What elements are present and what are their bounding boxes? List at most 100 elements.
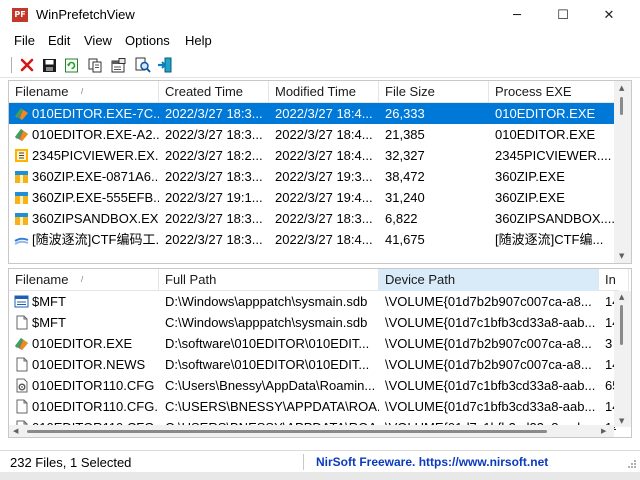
table-row[interactable]: $MFT D:\Windows\apppatch\sysmain.sdb \VOLU… xyxy=(9,291,616,312)
cell-modified: 2022/3/27 18:4... xyxy=(275,106,373,121)
cell-filename: [随波逐流]CTF编码工... xyxy=(32,232,159,247)
referenced-files-horizontal-scrollbar[interactable]: ◀ ▶ xyxy=(9,425,614,437)
sort-indicator-icon: / xyxy=(81,275,84,284)
table-row[interactable]: 360ZIPSANDBOX.EX... 2022/3/27 18:3... 2022… xyxy=(9,208,614,229)
vertical-scroll-thumb[interactable] xyxy=(620,97,623,115)
status-file-count: 232 Files, 1 Selected xyxy=(10,455,132,470)
table-row[interactable]: $MFT C:\Windows\apppatch\sysmain.sdb \VOLU… xyxy=(9,312,616,333)
properties-icon xyxy=(111,57,125,72)
column-header-modified-time[interactable]: Modified Time xyxy=(269,81,379,103)
window-title: WinPrefetchView xyxy=(36,7,135,22)
cell-filename: 010EDITOR.NEWS xyxy=(32,357,146,372)
cell-filename: 360ZIPSANDBOX.EX... xyxy=(32,211,159,226)
table-row[interactable]: 010EDITOR110.CFG... C:\USERS\BNESSY\APPDA… xyxy=(9,396,616,417)
referenced-files-header: Filename / Full Path Device Path In xyxy=(9,269,629,291)
minimize-button[interactable]: ─ xyxy=(494,0,540,30)
resize-grip-icon[interactable] xyxy=(627,459,637,469)
scroll-left-arrow-icon[interactable]: ◀ xyxy=(13,427,18,435)
referenced-files-list[interactable]: Filename / Full Path Device Path In $MFT… xyxy=(8,268,632,438)
cell-size: 32,327 xyxy=(385,148,425,163)
scroll-right-arrow-icon[interactable]: ▶ xyxy=(601,427,606,435)
cell-modified: 2022/3/27 18:4... xyxy=(275,127,373,142)
maximize-button[interactable]: ☐ xyxy=(540,0,586,30)
table-row[interactable]: 010EDITOR.NEWS D:\software\010EDITOR\010E… xyxy=(9,354,616,375)
nirsoft-link[interactable]: NirSoft Freeware. https://www.nirsoft.ne… xyxy=(316,455,548,469)
prefetch-list-vertical-scrollbar[interactable]: ▲ ▼ xyxy=(614,81,631,263)
cell-full-path: C:\Windows\apppatch\sysmain.sdb xyxy=(165,315,368,330)
cell-created: 2022/3/27 19:1... xyxy=(165,190,263,205)
cell-process: 360ZIPSANDBOX.... xyxy=(495,211,614,226)
scroll-up-arrow-icon[interactable]: ▲ xyxy=(619,84,624,92)
delete-icon xyxy=(20,58,34,72)
table-row[interactable]: 010EDITOR110.CFG C:\Users\Bnessy\AppData\… xyxy=(9,375,616,396)
column-header-full-path[interactable]: Full Path xyxy=(159,269,379,291)
refresh-button[interactable] xyxy=(62,56,80,74)
scroll-up-arrow-icon[interactable]: ▲ xyxy=(619,293,624,301)
table-row[interactable]: 360ZIP.EXE-555EFB... 2022/3/27 19:1... 202… xyxy=(9,187,614,208)
table-row[interactable]: 2345PICVIEWER.EX... 2022/3/27 18:2... 2022… xyxy=(9,145,614,166)
horizontal-scroll-thumb[interactable] xyxy=(27,430,547,433)
column-header-index[interactable]: In xyxy=(599,269,629,291)
cell-device-path: \VOLUME{01d7c1bfb3cd33a8-aab... xyxy=(385,378,596,393)
delete-button[interactable] xyxy=(18,56,36,74)
cell-created: 2022/3/27 18:3... xyxy=(165,169,263,184)
column-header-created-time[interactable]: Created Time xyxy=(159,81,269,103)
cell-full-path: C:\USERS\BNESSY\APPDATA\ROA... xyxy=(165,399,379,414)
table-row[interactable]: 360ZIP.EXE-0871A6... 2022/3/27 18:3... 202… xyxy=(9,166,614,187)
table-row[interactable]: [随波逐流]CTF编码工... 2022/3/27 18:3... 2022/3/2… xyxy=(9,229,614,250)
cell-filename: 010EDITOR.EXE-7C... xyxy=(32,106,159,121)
cell-size: 31,240 xyxy=(385,190,425,205)
find-icon xyxy=(135,57,151,73)
cell-full-path: D:\software\010EDITOR\010EDIT... xyxy=(165,336,370,351)
menu-edit[interactable]: Edit xyxy=(48,33,70,48)
cell-filename: $MFT xyxy=(32,315,66,330)
cell-modified: 2022/3/27 18:4... xyxy=(275,148,373,163)
table-row[interactable]: 010EDITOR.EXE D:\software\010EDITOR\010ED… xyxy=(9,333,616,354)
cell-created: 2022/3/27 18:3... xyxy=(165,232,263,247)
exit-button[interactable] xyxy=(156,56,174,74)
prefetch-list-header: Filename / Created Time Modified Time Fi… xyxy=(9,81,616,103)
referenced-files-vertical-scrollbar[interactable]: ▲ ▼ xyxy=(614,291,631,427)
cell-filename: 360ZIP.EXE-555EFB... xyxy=(32,190,159,205)
column-header-file-size[interactable]: File Size xyxy=(379,81,489,103)
cell-modified: 2022/3/27 19:3... xyxy=(275,169,373,184)
cell-filename: 360ZIP.EXE-0871A6... xyxy=(32,169,159,184)
column-header-device-path[interactable]: Device Path xyxy=(379,269,599,291)
cell-size: 21,385 xyxy=(385,127,425,142)
prefetch-list[interactable]: Filename / Created Time Modified Time Fi… xyxy=(8,80,632,264)
cell-created: 2022/3/27 18:3... xyxy=(165,211,263,226)
menu-view[interactable]: View xyxy=(84,33,112,48)
cell-device-path: \VOLUME{01d7b2b907c007ca-a8... xyxy=(385,357,592,372)
cell-device-path: \VOLUME{01d7c1bfb3cd33a8-aab... xyxy=(385,399,596,414)
cell-process: 360ZIP.EXE xyxy=(495,190,565,205)
menu-file[interactable]: File xyxy=(14,33,35,48)
column-header-process-exe[interactable]: Process EXE xyxy=(489,81,616,103)
title-bar: PF WinPrefetchView ─ ☐ ✕ xyxy=(0,0,640,30)
scroll-down-arrow-icon[interactable]: ▼ xyxy=(619,417,624,425)
column-header-filename[interactable]: Filename / xyxy=(9,81,159,103)
scroll-down-arrow-icon[interactable]: ▼ xyxy=(619,252,624,260)
save-icon xyxy=(42,58,56,72)
copy-button[interactable] xyxy=(86,56,104,74)
cell-created: 2022/3/27 18:2... xyxy=(165,148,263,163)
properties-button[interactable] xyxy=(109,56,127,74)
cell-modified: 2022/3/27 18:3... xyxy=(275,211,373,226)
menu-options[interactable]: Options xyxy=(125,33,170,48)
find-button[interactable] xyxy=(134,56,152,74)
close-button[interactable]: ✕ xyxy=(586,0,632,30)
vertical-scroll-thumb[interactable] xyxy=(620,305,623,345)
cell-size: 38,472 xyxy=(385,169,425,184)
cell-size: 26,333 xyxy=(385,106,425,121)
sort-indicator-icon: / xyxy=(81,87,84,96)
cell-filename: 010EDITOR.EXE-A2... xyxy=(32,127,159,142)
column-header-filename[interactable]: Filename / xyxy=(9,269,159,291)
table-row-selected[interactable]: 010EDITOR.EXE-7C... 2022/3/27 18:3... 2022… xyxy=(9,103,614,124)
cell-device-path: \VOLUME{01d7c1bfb3cd33a8-aab... xyxy=(385,315,596,330)
save-button[interactable] xyxy=(40,56,58,74)
menu-bar: File Edit View Options Help xyxy=(0,30,640,52)
cell-filename: 010EDITOR110.CFG xyxy=(32,378,155,393)
copy-icon xyxy=(88,58,101,72)
menu-help[interactable]: Help xyxy=(185,33,212,48)
table-row[interactable]: 010EDITOR.EXE-A2... 2022/3/27 18:3... 2022… xyxy=(9,124,614,145)
cell-modified: 2022/3/27 18:4... xyxy=(275,232,373,247)
